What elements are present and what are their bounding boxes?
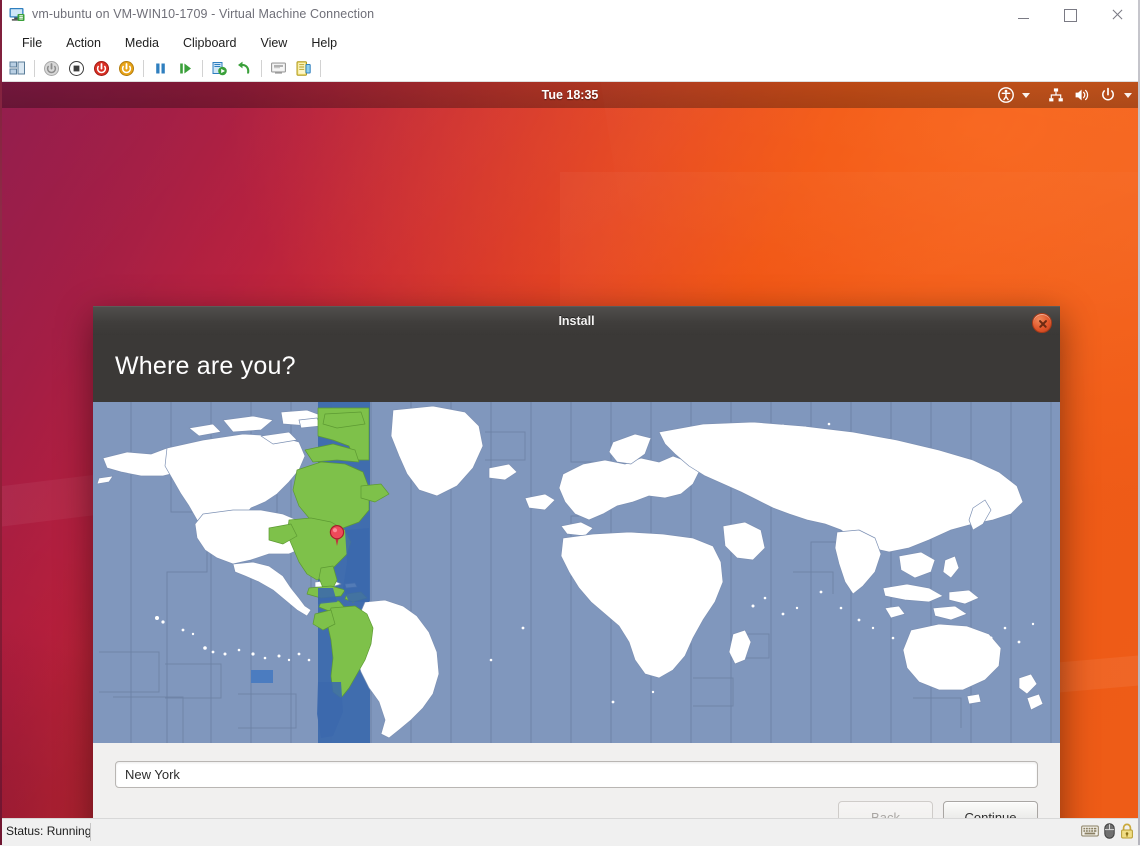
shutdown-icon bbox=[69, 60, 84, 76]
dialog-close-button[interactable] bbox=[1032, 313, 1052, 333]
dialog-header: Where are you? bbox=[93, 335, 1060, 402]
toolbar-settings-button[interactable] bbox=[5, 57, 30, 80]
volume-indicator[interactable] bbox=[1072, 85, 1092, 105]
mouse-icon[interactable] bbox=[1104, 823, 1115, 839]
location-input[interactable] bbox=[115, 761, 1038, 788]
toolbar-enhanced-session-button[interactable] bbox=[291, 57, 316, 80]
menu-item-help[interactable]: Help bbox=[299, 33, 349, 53]
panel-indicators bbox=[996, 82, 1134, 108]
basic-session-icon bbox=[271, 62, 286, 74]
power-icon bbox=[1102, 87, 1114, 101]
app-root: vm-ubuntu on VM-WIN10-1709 - Virtual Mac… bbox=[0, 0, 1140, 846]
start-icon bbox=[119, 60, 134, 76]
install-dialog: Install Where are you? New York Back Con… bbox=[93, 306, 1060, 818]
save-state-icon bbox=[94, 60, 109, 76]
window-maximize-button[interactable] bbox=[1047, 0, 1093, 30]
toolbar-checkpoint-button[interactable] bbox=[207, 57, 232, 80]
revert-icon bbox=[238, 61, 250, 73]
enhanced-session-icon bbox=[296, 60, 311, 76]
dialog-button-row: Back Continue bbox=[838, 801, 1038, 818]
power-off-icon bbox=[44, 60, 59, 76]
toolbar-basic-session-button[interactable] bbox=[266, 57, 291, 80]
toolbar-pause-button[interactable] bbox=[148, 57, 173, 80]
lock-icon[interactable] bbox=[1120, 823, 1134, 839]
accessibility-icon bbox=[998, 87, 1014, 103]
menu-item-clipboard[interactable]: Clipboard bbox=[171, 33, 249, 53]
minimize-icon bbox=[1017, 17, 1029, 19]
menubar: File Action Media Clipboard View Help bbox=[0, 30, 1140, 55]
menu-item-file[interactable]: File bbox=[10, 33, 54, 53]
menu-item-action[interactable]: Action bbox=[54, 33, 113, 53]
timezone-map-svg bbox=[93, 402, 1060, 743]
dialog-form: Back Continue bbox=[93, 743, 1060, 818]
vm-guest-screen: Tue 18:35 Install Where are you? New Yor… bbox=[0, 82, 1140, 818]
dialog-titlebar: Install bbox=[93, 306, 1060, 336]
toolbar-separator-3 bbox=[202, 59, 203, 77]
toolbar-start-button[interactable] bbox=[114, 57, 139, 80]
toolbar-separator-1 bbox=[34, 59, 35, 77]
resume-icon bbox=[180, 63, 191, 73]
checkpoint-icon bbox=[212, 61, 227, 75]
dialog-title: Install bbox=[558, 314, 595, 328]
close-icon bbox=[1111, 9, 1123, 21]
toolbar bbox=[0, 55, 1140, 82]
network-indicator[interactable] bbox=[1046, 85, 1066, 105]
panel-clock[interactable]: Tue 18:35 bbox=[0, 82, 1140, 108]
volume-icon bbox=[1075, 89, 1089, 101]
window-minimize-button[interactable] bbox=[1000, 0, 1046, 30]
world-timezone-map[interactable] bbox=[93, 402, 1060, 743]
menu-item-media[interactable]: Media bbox=[113, 33, 171, 53]
power-indicator[interactable] bbox=[1098, 85, 1118, 105]
toolbar-revert-button[interactable] bbox=[232, 57, 257, 80]
accessibility-indicator[interactable] bbox=[996, 85, 1016, 105]
toolbar-resume-button[interactable] bbox=[173, 57, 198, 80]
window-titlebar: vm-ubuntu on VM-WIN10-1709 - Virtual Mac… bbox=[0, 0, 1140, 31]
toolbar-save-button[interactable] bbox=[89, 57, 114, 80]
page-title: Where are you? bbox=[115, 352, 296, 380]
maximize-icon bbox=[1063, 8, 1077, 22]
window-title: vm-ubuntu on VM-WIN10-1709 - Virtual Mac… bbox=[32, 7, 375, 21]
toolbar-separator-5 bbox=[320, 59, 321, 77]
virtual-machine-icon bbox=[9, 8, 25, 21]
toolbar-separator-4 bbox=[261, 59, 262, 77]
keyboard-icon[interactable] bbox=[1081, 824, 1099, 838]
toolbar-shutdown-button[interactable] bbox=[64, 57, 89, 80]
toolbar-turnoff-button[interactable] bbox=[39, 57, 64, 80]
status-text: Status: Running bbox=[6, 824, 92, 838]
statusbar: Status: Running bbox=[0, 818, 1140, 846]
panel-caret-1-icon[interactable] bbox=[1022, 92, 1030, 98]
thumbnail-icon bbox=[9, 61, 25, 74]
toolbar-separator-2 bbox=[143, 59, 144, 77]
window-left-border bbox=[0, 0, 2, 845]
gnome-top-panel: Tue 18:35 bbox=[0, 82, 1140, 108]
continue-button[interactable]: Continue bbox=[943, 801, 1038, 818]
network-icon bbox=[1049, 88, 1063, 102]
panel-caret-2-icon[interactable] bbox=[1124, 92, 1132, 98]
status-separator bbox=[90, 823, 91, 841]
status-icons bbox=[1081, 823, 1134, 839]
pause-icon bbox=[156, 63, 165, 73]
window-close-button[interactable] bbox=[1094, 0, 1140, 30]
menu-item-view[interactable]: View bbox=[248, 33, 299, 53]
back-button[interactable]: Back bbox=[838, 801, 933, 818]
close-icon bbox=[1038, 319, 1047, 328]
